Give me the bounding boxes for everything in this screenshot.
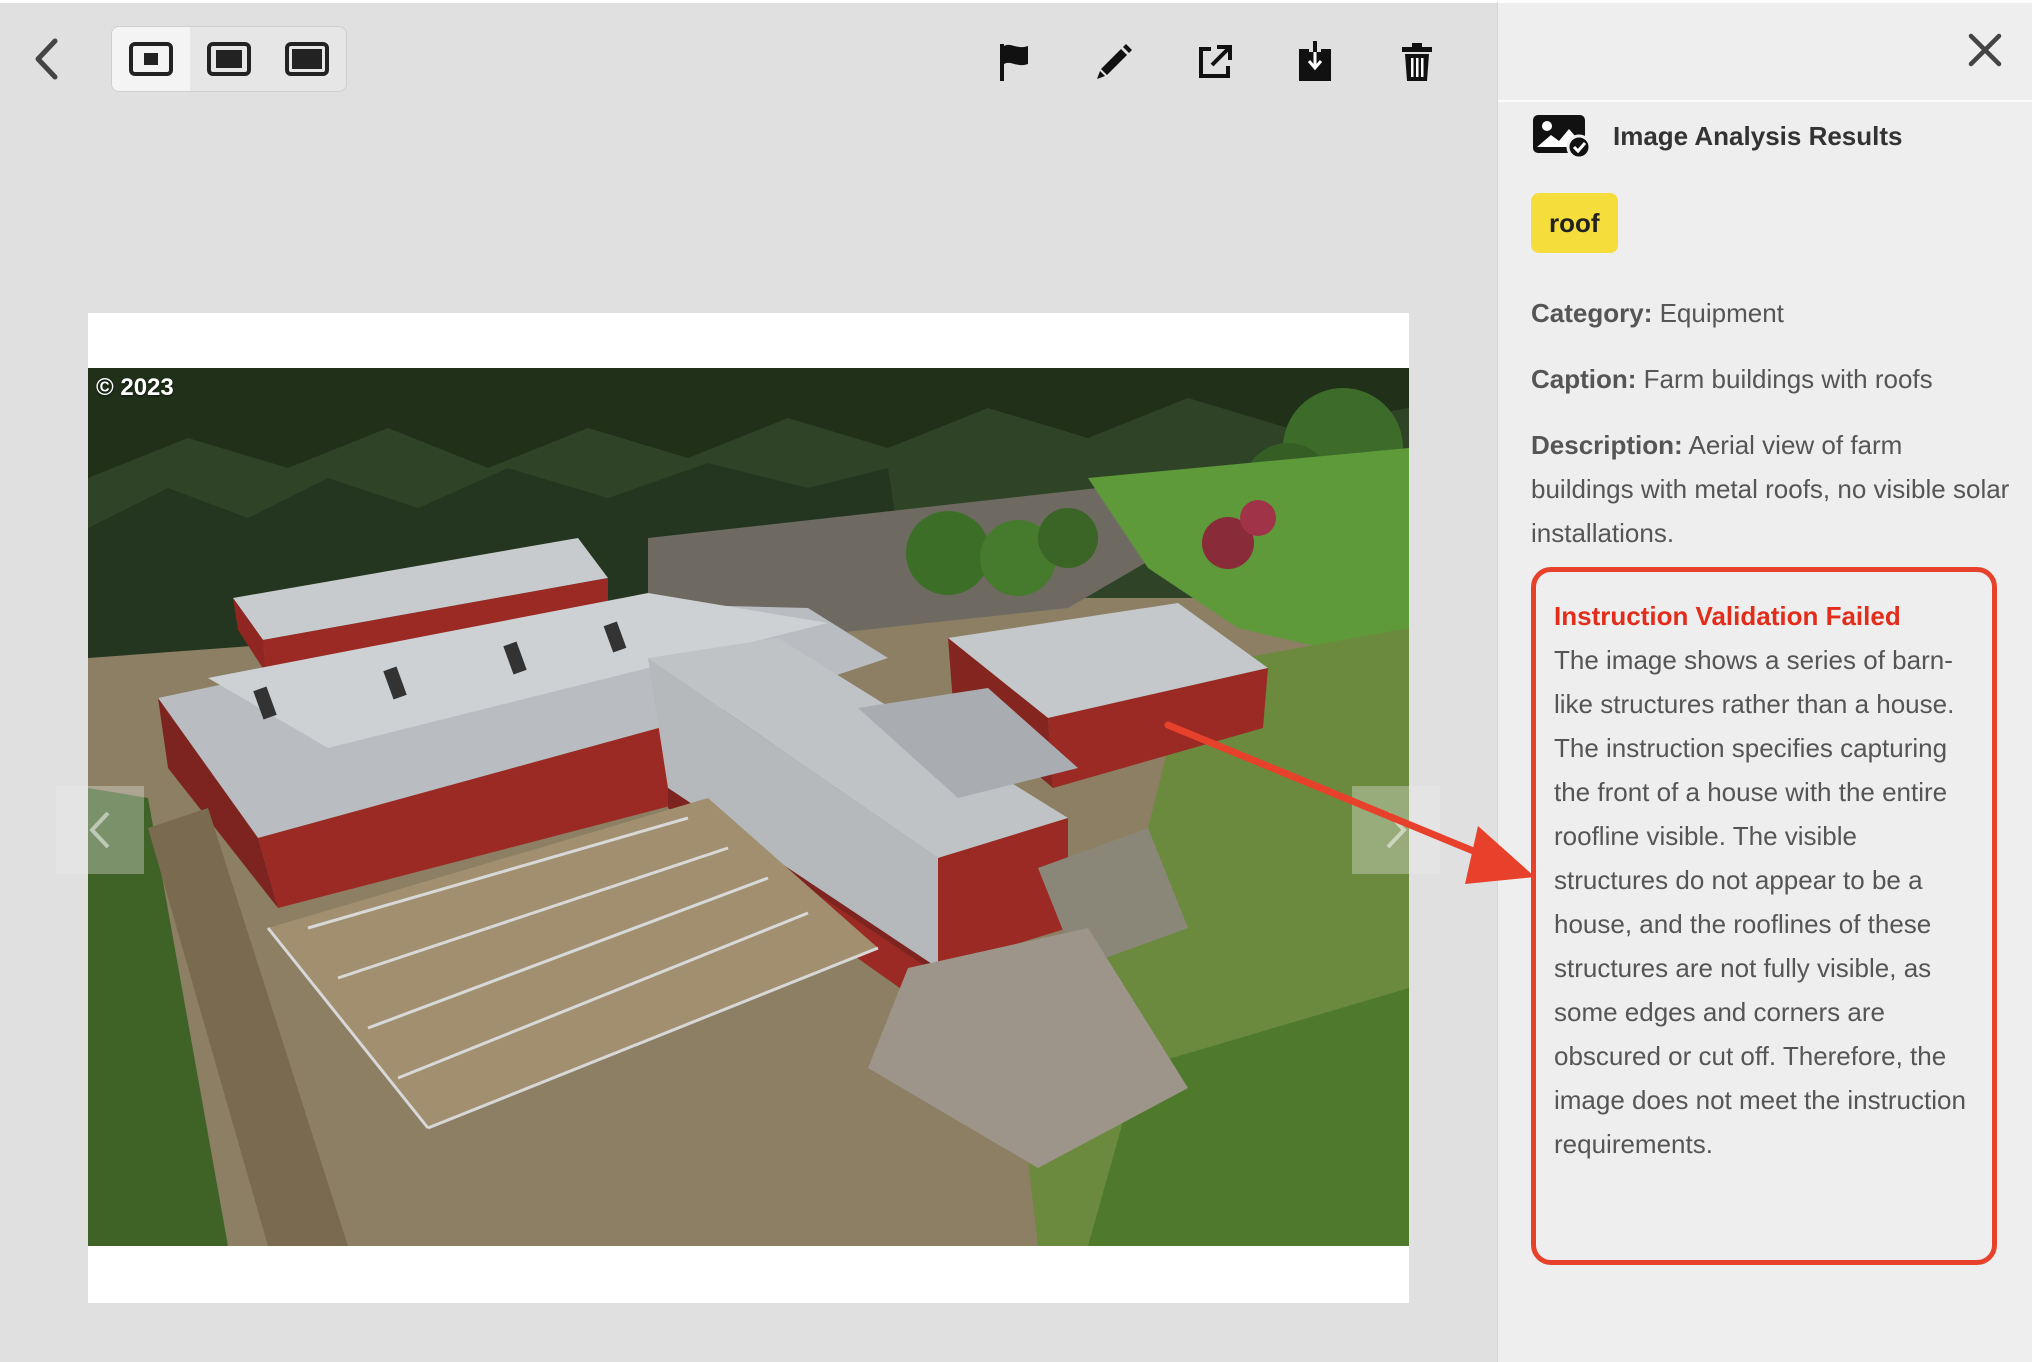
trash-icon	[1402, 43, 1432, 81]
category-value: Equipment	[1659, 298, 1784, 328]
back-button[interactable]	[26, 37, 66, 81]
download-icon	[1299, 41, 1331, 81]
flag-icon	[1000, 44, 1028, 81]
view-medium-icon	[207, 42, 251, 76]
category-field: Category: Equipment	[1531, 291, 2011, 335]
analysis-panel: Image Analysis Results roof Category: Eq…	[1497, 0, 2032, 1362]
photo-frame: © 2023	[88, 313, 1409, 1303]
farm-photo: © 2023	[88, 368, 1409, 1246]
flag-button[interactable]	[991, 39, 1037, 85]
close-icon	[1968, 33, 2002, 67]
category-label: Category:	[1531, 298, 1653, 328]
view-small-button[interactable]	[112, 27, 190, 91]
caption-field: Caption: Farm buildings with roofs	[1531, 357, 2011, 401]
chevron-left-icon	[35, 38, 58, 80]
validation-text: The image shows a series of barn-like st…	[1554, 645, 1966, 1159]
image-viewer: © 2023	[0, 0, 1497, 1362]
description-field: Description: Aerial view of farm buildin…	[1531, 423, 2011, 555]
pencil-icon	[1097, 44, 1132, 79]
previous-image-button[interactable]	[56, 786, 144, 874]
copyright-watermark: © 2023	[96, 374, 174, 401]
view-size-toggle	[111, 26, 347, 92]
panel-divider	[1498, 100, 2032, 102]
close-button[interactable]	[1960, 25, 2010, 75]
download-button[interactable]	[1292, 39, 1338, 85]
caption-value: Farm buildings with roofs	[1643, 364, 1933, 394]
caption-label: Caption:	[1531, 364, 1637, 394]
description-label: Description:	[1531, 430, 1683, 460]
next-image-button[interactable]	[1352, 786, 1440, 874]
delete-button[interactable]	[1394, 39, 1440, 85]
open-external-button[interactable]	[1192, 39, 1238, 85]
view-medium-button[interactable]	[190, 27, 268, 91]
panel-header: Image Analysis Results	[1531, 113, 1903, 159]
chevron-left-icon	[89, 811, 110, 849]
panel-title: Image Analysis Results	[1613, 120, 1903, 151]
validation-result-box: Instruction Validation Failed The image …	[1531, 567, 1997, 1265]
tag-roof[interactable]: roof	[1531, 193, 1618, 253]
edit-button[interactable]	[1091, 39, 1137, 85]
view-large-icon	[285, 42, 329, 76]
chevron-right-icon	[1386, 811, 1407, 849]
view-large-button[interactable]	[268, 27, 346, 91]
external-link-icon	[1199, 45, 1232, 78]
validation-title: Instruction Validation Failed	[1554, 601, 1901, 631]
view-small-icon	[129, 42, 173, 76]
image-check-icon	[1533, 115, 1592, 159]
